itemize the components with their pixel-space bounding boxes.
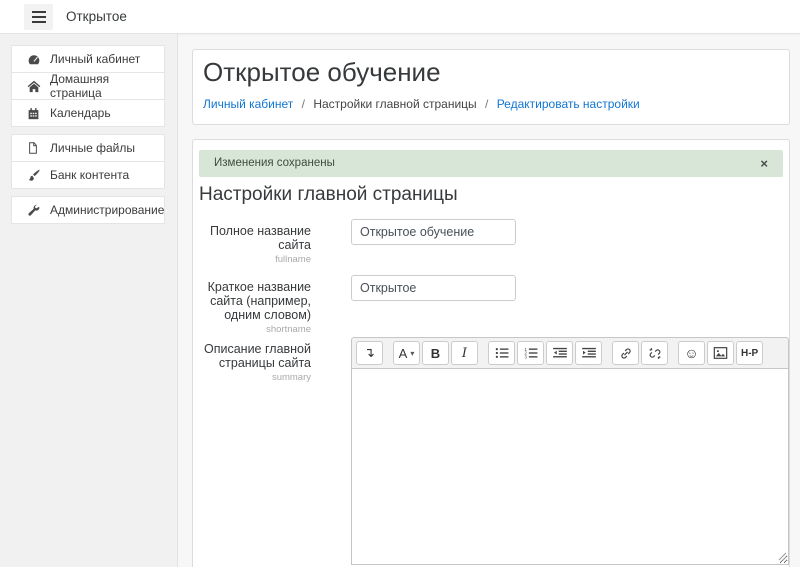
summary-textarea[interactable] bbox=[351, 369, 789, 565]
sidebar-item-label: Личный кабинет bbox=[50, 52, 140, 66]
screen: Открытое Личный кабинет Домашняя страниц… bbox=[0, 0, 800, 567]
page-title: Открытое обучение bbox=[203, 58, 779, 88]
insert-image-button[interactable] bbox=[707, 341, 734, 365]
home-icon bbox=[27, 80, 42, 93]
chevron-down-icon: ▾ bbox=[410, 349, 414, 358]
summary-shortlabel: summary bbox=[199, 373, 311, 384]
shortname-input[interactable] bbox=[351, 275, 516, 301]
bold-button[interactable]: B bbox=[422, 341, 449, 365]
form-row-shortname: Краткое название сайта (например, одним … bbox=[199, 275, 783, 336]
fullname-input[interactable] bbox=[351, 219, 516, 245]
form-row-summary: Описание главной страницы сайта summary … bbox=[199, 337, 783, 567]
ordered-list-button[interactable]: 123 bbox=[517, 341, 544, 365]
breadcrumb-dashboard-link[interactable]: Личный кабинет bbox=[203, 97, 293, 111]
shortname-label-text: Краткое название сайта (например, одним … bbox=[208, 280, 311, 322]
sidebar-item-private-files[interactable]: Личные файлы bbox=[11, 134, 165, 162]
toolbar-group-media: ☺ H-P bbox=[678, 341, 765, 365]
success-alert: Изменения сохранены × bbox=[199, 150, 783, 177]
calendar-icon bbox=[27, 107, 42, 120]
atto-toolbar: ↴ A▾ B I bbox=[351, 337, 789, 369]
layout: Личный кабинет Домашняя страница Календа… bbox=[0, 34, 800, 567]
collapse-icon: ↴ bbox=[364, 345, 375, 361]
emoji-icon: ☺ bbox=[684, 345, 698, 361]
sidebar-item-calendar[interactable]: Календарь bbox=[11, 99, 165, 127]
unlink-icon bbox=[648, 347, 662, 360]
alert-close-button[interactable]: × bbox=[760, 157, 768, 170]
sidebar-item-home[interactable]: Домашняя страница bbox=[11, 72, 165, 100]
sidebar-item-administration[interactable]: Администрирование bbox=[11, 196, 165, 224]
topbar: Открытое bbox=[0, 0, 800, 34]
atto-editor: ↴ A▾ B I bbox=[351, 337, 789, 565]
summary-control: ↴ A▾ B I bbox=[351, 337, 783, 567]
sidebar: Личный кабинет Домашняя страница Календа… bbox=[0, 34, 178, 567]
sidebar-group-admin: Администрирование bbox=[11, 196, 165, 224]
indent-icon bbox=[582, 347, 596, 359]
toolbar-group-style: A▾ B I bbox=[393, 341, 480, 365]
svg-text:3: 3 bbox=[524, 355, 527, 359]
unordered-list-button[interactable] bbox=[488, 341, 515, 365]
link-button[interactable] bbox=[612, 341, 639, 365]
wrench-icon bbox=[27, 204, 42, 217]
form-title: Настройки главной страницы bbox=[199, 184, 783, 206]
sidebar-item-dashboard[interactable]: Личный кабинет bbox=[11, 45, 165, 73]
unordered-list-icon bbox=[495, 347, 509, 359]
summary-label: Описание главной страницы сайта summary bbox=[199, 337, 351, 567]
breadcrumb-separator: / bbox=[485, 97, 488, 111]
emoji-button[interactable]: ☺ bbox=[678, 341, 705, 365]
ordered-list-icon: 123 bbox=[524, 347, 538, 359]
page-header-card: Открытое обучение Личный кабинет / Настр… bbox=[192, 49, 790, 125]
breadcrumb: Личный кабинет / Настройки главной стран… bbox=[203, 97, 779, 111]
site-brand-link[interactable]: Открытое bbox=[66, 9, 127, 24]
sidebar-item-content-bank[interactable]: Банк контента bbox=[11, 161, 165, 189]
sidebar-group-files: Личные файлы Банк контента bbox=[11, 134, 165, 189]
font-styles-label: A bbox=[399, 346, 408, 361]
atto-content-area bbox=[351, 369, 789, 565]
fullname-shortlabel: fullname bbox=[199, 255, 311, 266]
toolbar-group-collapse: ↴ bbox=[356, 341, 385, 365]
fullname-label-text: Полное название сайта bbox=[210, 224, 311, 252]
outdent-icon bbox=[553, 347, 567, 359]
toolbar-group-lists: 123 bbox=[488, 341, 604, 365]
sidebar-item-label: Домашняя страница bbox=[50, 72, 156, 100]
shortname-control bbox=[351, 275, 783, 336]
sidebar-group-main: Личный кабинет Домашняя страница Календа… bbox=[11, 45, 165, 127]
dashboard-icon bbox=[27, 53, 42, 66]
unlink-button[interactable] bbox=[641, 341, 668, 365]
fullname-control bbox=[351, 219, 783, 266]
sidebar-item-label: Банк контента bbox=[50, 168, 129, 182]
shortname-shortlabel: shortname bbox=[199, 325, 311, 336]
html-source-button[interactable]: H-P bbox=[736, 341, 763, 365]
collapse-toolbar-button[interactable]: ↴ bbox=[356, 341, 383, 365]
file-icon bbox=[27, 141, 42, 155]
paintbrush-icon bbox=[27, 169, 42, 182]
shortname-label: Краткое название сайта (например, одним … bbox=[199, 275, 351, 336]
summary-label-text: Описание главной страницы сайта bbox=[204, 342, 311, 370]
sidebar-item-label: Администрирование bbox=[50, 203, 164, 217]
main-content: Открытое обучение Личный кабинет / Настр… bbox=[178, 34, 800, 567]
paragraph-styles-button[interactable]: A▾ bbox=[393, 341, 420, 365]
image-icon bbox=[713, 347, 728, 359]
indent-button[interactable] bbox=[575, 341, 602, 365]
outdent-button[interactable] bbox=[546, 341, 573, 365]
fullname-label: Полное название сайта fullname bbox=[199, 219, 351, 266]
breadcrumb-separator: / bbox=[302, 97, 305, 111]
success-alert-message: Изменения сохранены bbox=[214, 157, 335, 169]
sidebar-item-label: Календарь bbox=[50, 106, 111, 120]
form-row-fullname: Полное название сайта fullname bbox=[199, 219, 783, 266]
breadcrumb-edit-settings-link[interactable]: Редактировать настройки bbox=[497, 97, 640, 111]
toolbar-group-links bbox=[612, 341, 670, 365]
link-icon bbox=[619, 347, 633, 360]
breadcrumb-current-section: Настройки главной страницы bbox=[313, 97, 476, 111]
italic-button[interactable]: I bbox=[451, 341, 478, 365]
sidebar-item-label: Личные файлы bbox=[50, 141, 135, 155]
menu-toggle-button[interactable] bbox=[24, 4, 53, 30]
settings-form-card: Изменения сохранены × Настройки главной … bbox=[192, 139, 790, 567]
hamburger-icon bbox=[32, 11, 46, 23]
